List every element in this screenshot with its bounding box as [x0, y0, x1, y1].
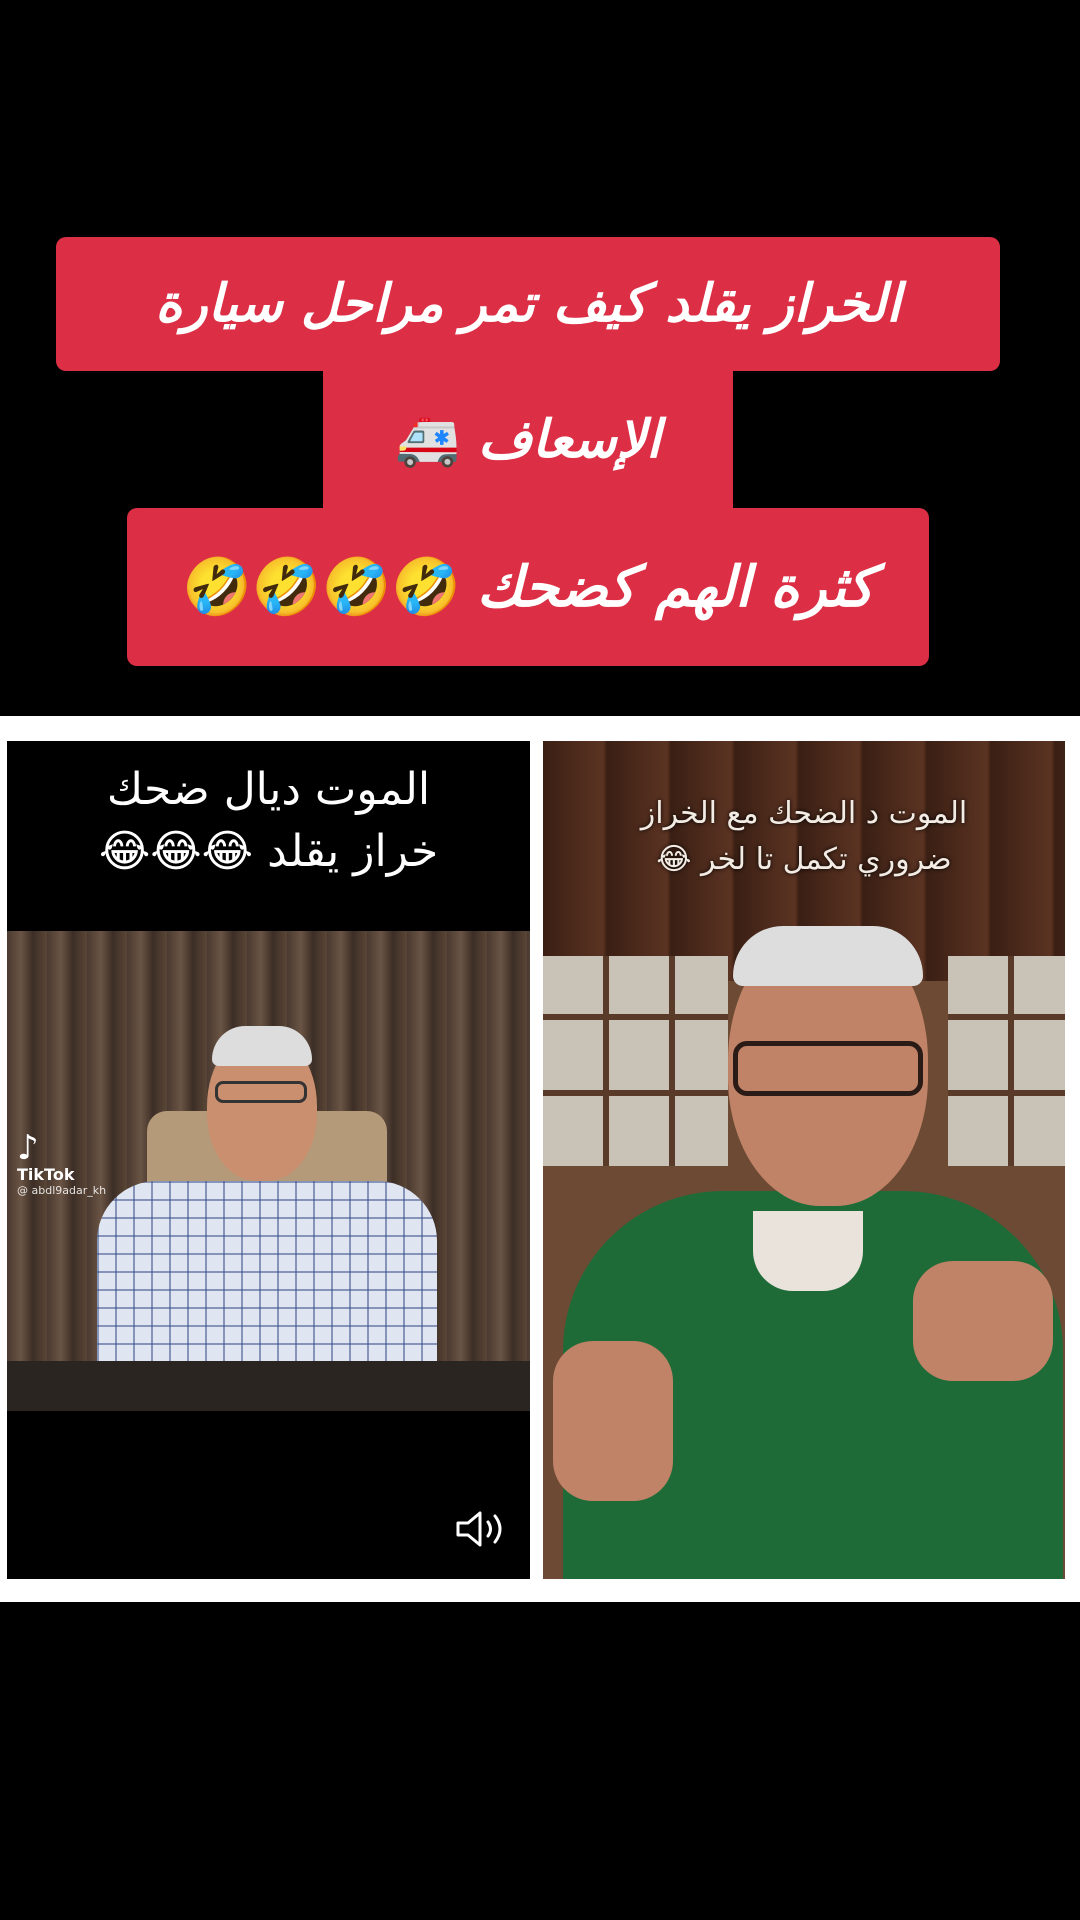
man-hair — [212, 1026, 312, 1066]
window-right — [948, 956, 1065, 1166]
left-caption-line-2-text: خراز يقلد — [267, 826, 439, 877]
hand — [553, 1341, 673, 1501]
glasses — [215, 1081, 307, 1103]
right-video-panel[interactable]: الموت د الضحك مع الخراز ضروري تكمل تا لخ… — [543, 741, 1065, 1579]
title-line-1-text: الخراز يقلد كيف تمر مراحل سيارة — [155, 274, 901, 334]
joy-emoji-icon: 😂😂😂 — [98, 826, 254, 877]
left-video-caption: الموت ديال ضحك خراز يقلد 😂😂😂 — [7, 741, 530, 931]
man-hair — [733, 926, 923, 986]
rofl-emoji-icon: 🤣🤣🤣🤣 — [182, 555, 461, 620]
volume-icon[interactable] — [452, 1505, 508, 1553]
title-line-2-text: الإسعاف — [478, 409, 661, 470]
glasses — [733, 1041, 923, 1096]
desk — [7, 1361, 530, 1411]
right-caption-line-2-text: ضروري تكمل تا لخر — [700, 842, 952, 877]
window-left — [543, 956, 728, 1166]
title-line-3: كثرة الهم كضحك 🤣🤣🤣🤣 — [127, 508, 929, 666]
left-caption-line-2: خراز يقلد 😂😂😂 — [7, 821, 530, 883]
tiktok-username: @ abdl9adar_kh — [17, 1184, 107, 1197]
shirt-collar — [753, 1211, 863, 1291]
right-caption-line-1: الموت د الضحك مع الخراز — [640, 796, 968, 831]
tiktok-logo-icon: ♪ — [17, 1128, 39, 1168]
title-line-3-text: كثرة الهم كضحك — [476, 554, 874, 620]
right-video-caption: الموت د الضحك مع الخراز ضروري تكمل تا لخ… — [543, 791, 1065, 883]
ambulance-icon: 🚑 — [395, 410, 461, 470]
left-video-panel[interactable]: الموت ديال ضحك خراز يقلد 😂😂😂 ♪ TikTok @ … — [7, 741, 530, 1579]
left-video-bottom-area — [7, 1411, 530, 1579]
joy-emoji-icon: 😂 — [656, 842, 692, 877]
title-line-2: الإسعاف 🚑 — [323, 371, 733, 508]
right-caption-line-2: ضروري تكمل تا لخر 😂 — [543, 837, 1065, 883]
hand — [913, 1261, 1053, 1381]
tiktok-brand: TikTok — [17, 1165, 75, 1184]
man-checked-shirt — [97, 1181, 437, 1381]
left-caption-line-1: الموت ديال ضحك — [106, 764, 431, 815]
title-line-1: الخراز يقلد كيف تمر مراحل سيارة — [56, 237, 1000, 371]
video-collage: الموت ديال ضحك خراز يقلد 😂😂😂 ♪ TikTok @ … — [0, 716, 1080, 1602]
tiktok-watermark: ♪ TikTok @ abdl9adar_kh — [17, 1131, 106, 1197]
